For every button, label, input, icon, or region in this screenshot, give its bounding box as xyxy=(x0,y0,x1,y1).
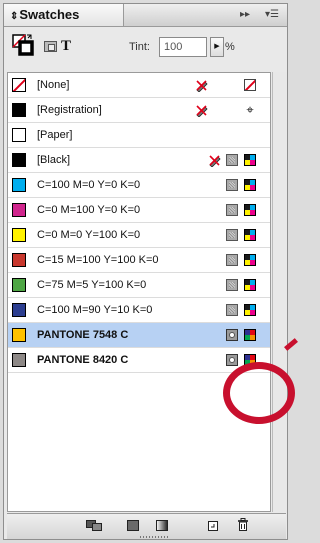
tab-label: Swatches xyxy=(19,7,80,22)
swatch-row[interactable]: C=0 M=0 Y=100 K=0 xyxy=(8,223,270,248)
pencil-x-icon xyxy=(195,78,209,93)
fill-stroke-icon[interactable] xyxy=(12,34,34,56)
cmyk-mode-icon xyxy=(244,154,256,166)
swatch-name: C=100 M=0 Y=0 K=0 xyxy=(37,179,141,191)
process-color-icon xyxy=(226,254,238,266)
pencil-x-icon xyxy=(195,103,209,118)
swatch-name: [Black] xyxy=(37,154,71,166)
resize-grip[interactable] xyxy=(140,536,168,538)
swatch-color-chip xyxy=(12,78,26,92)
swatch-row[interactable]: [Black] xyxy=(8,148,270,173)
cmyk-mode-icon xyxy=(244,179,256,191)
show-gradient-swatches-icon[interactable] xyxy=(156,520,168,531)
swatch-color-chip xyxy=(12,353,26,367)
spot-color-icon xyxy=(226,329,238,341)
swatches-toolbar: T Tint: ▶ % xyxy=(4,27,287,69)
swatch-color-chip xyxy=(12,103,26,117)
swatch-name: PANTONE 7548 C xyxy=(37,329,129,341)
swatch-row[interactable]: [Registration] ⌖ xyxy=(8,98,270,123)
cmyk-mode-icon xyxy=(244,204,256,216)
none-swatch-icon xyxy=(244,79,256,91)
tint-input[interactable] xyxy=(159,37,207,57)
formatting-text-icon[interactable]: T xyxy=(61,38,71,55)
delete-swatch-icon[interactable] xyxy=(237,518,249,531)
swatch-list: [None] [Registration] ⌖ [Paper] [Black] C=100… xyxy=(7,72,271,512)
pencil-x-icon xyxy=(208,153,222,168)
swatch-color-chip xyxy=(12,328,26,342)
cmyk-mode-icon xyxy=(244,304,256,316)
registration-mark-icon: ⌖ xyxy=(246,102,254,117)
cmyk-mode-icon xyxy=(244,279,256,291)
process-color-icon xyxy=(226,179,238,191)
tint-label: Tint: xyxy=(129,41,150,53)
swatch-color-chip xyxy=(12,153,26,167)
process-color-icon xyxy=(226,204,238,216)
swatch-row[interactable]: C=100 M=0 Y=0 K=0 xyxy=(8,173,270,198)
show-color-swatches-icon[interactable] xyxy=(127,520,139,531)
swatch-color-chip xyxy=(12,128,26,142)
swatch-color-chip xyxy=(12,203,26,217)
process-color-icon xyxy=(226,154,238,166)
vertical-scrollbar[interactable] xyxy=(272,72,287,512)
swatch-name: [Registration] xyxy=(37,104,102,116)
tint-stepper-icon[interactable]: ▶ xyxy=(210,37,224,57)
swatch-color-chip xyxy=(12,278,26,292)
cmyk-mode-icon xyxy=(244,229,256,241)
swatch-row[interactable]: C=15 M=100 Y=100 K=0 xyxy=(8,248,270,273)
swatch-row[interactable]: C=75 M=5 Y=100 K=0 xyxy=(8,273,270,298)
swatch-row[interactable]: PANTONE 7548 C xyxy=(8,323,270,348)
cmyk-mode-icon xyxy=(244,254,256,266)
swatch-name: PANTONE 8420 C xyxy=(37,354,129,366)
new-swatch-icon[interactable] xyxy=(207,520,219,531)
process-color-icon xyxy=(226,229,238,241)
swatch-row[interactable]: PANTONE 8420 C xyxy=(8,348,270,373)
formatting-container-icon[interactable] xyxy=(44,41,57,52)
swatch-color-chip xyxy=(12,178,26,192)
swatch-color-chip xyxy=(12,228,26,242)
swatch-name: [Paper] xyxy=(37,129,73,141)
swatches-panel: ⇕Swatches ▸▸ ▾☰ T Tint: ▶ % [None] [Regis… xyxy=(3,3,288,540)
swatch-name: C=0 M=100 Y=0 K=0 xyxy=(37,204,141,216)
swatch-row[interactable]: C=0 M=100 Y=0 K=0 xyxy=(8,198,270,223)
swatch-row[interactable]: C=100 M=90 Y=10 K=0 xyxy=(8,298,270,323)
tint-percent-label: % xyxy=(225,41,235,53)
collapse-arrows-icon[interactable]: ▸▸ xyxy=(240,4,250,26)
swatch-row[interactable]: [Paper] xyxy=(8,123,270,148)
show-all-swatches-icon[interactable] xyxy=(86,520,102,531)
swatch-color-chip xyxy=(12,303,26,317)
rgb-mode-icon xyxy=(244,329,256,341)
spot-color-icon xyxy=(226,354,238,366)
panel-titlebar: ⇕Swatches ▸▸ ▾☰ xyxy=(4,4,287,27)
swatch-name: [None] xyxy=(37,79,70,91)
panel-menu-icon[interactable]: ▾☰ xyxy=(265,4,279,26)
swatch-color-chip xyxy=(12,253,26,267)
tab-swatches[interactable]: ⇕Swatches xyxy=(4,4,124,26)
process-color-icon xyxy=(226,304,238,316)
swatch-row[interactable]: [None] xyxy=(8,73,270,98)
panel-bottom-bar xyxy=(7,513,286,539)
swatch-name: C=100 M=90 Y=10 K=0 xyxy=(37,304,153,316)
tab-twisty-icon[interactable]: ⇕ xyxy=(10,11,18,22)
swatch-name: C=0 M=0 Y=100 K=0 xyxy=(37,229,141,241)
process-color-icon xyxy=(226,279,238,291)
swatch-name: C=15 M=100 Y=100 K=0 xyxy=(37,254,159,266)
swatch-name: C=75 M=5 Y=100 K=0 xyxy=(37,279,147,291)
rgb-mode-icon xyxy=(244,354,256,366)
